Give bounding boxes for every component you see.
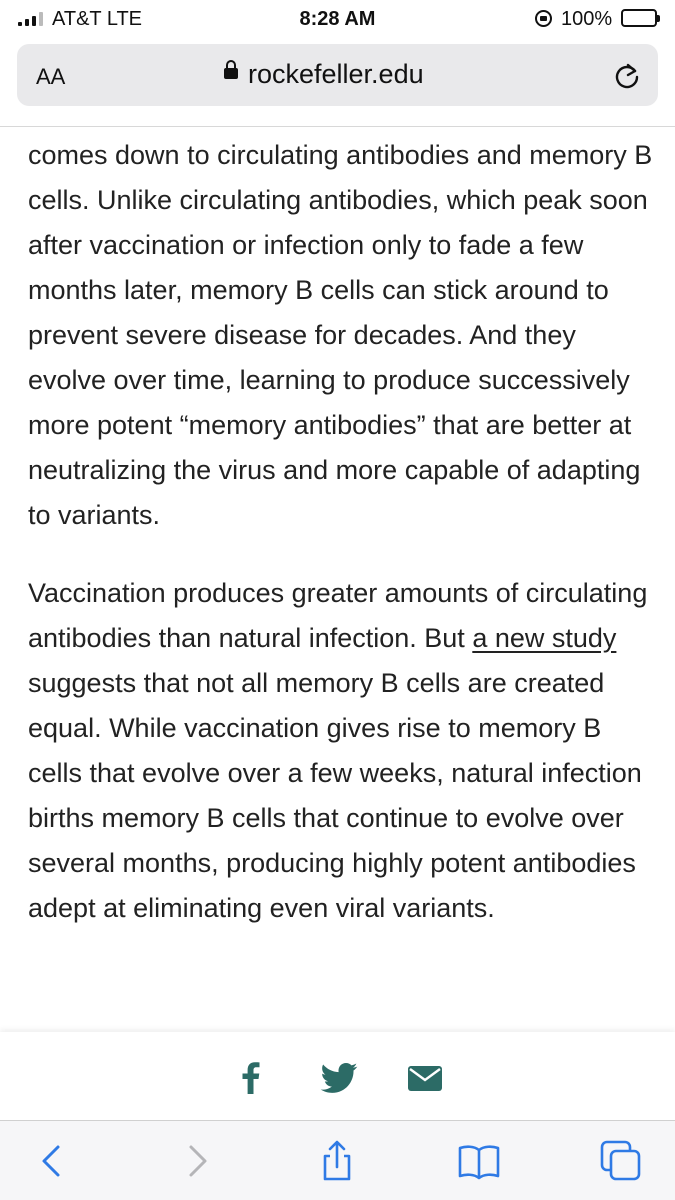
forward-icon — [189, 1145, 207, 1177]
email-icon[interactable] — [405, 1058, 445, 1098]
twitter-icon[interactable] — [319, 1058, 359, 1098]
back-icon[interactable] — [30, 1139, 74, 1183]
status-bar: AT&T LTE 8:28 AM 100% — [0, 0, 675, 38]
reload-icon[interactable] — [613, 62, 641, 90]
header-divider — [0, 126, 675, 127]
article-body: comes down to circulating antibodies and… — [28, 133, 658, 931]
battery-icon — [621, 9, 660, 27]
bookmarks-icon[interactable] — [457, 1139, 501, 1183]
url-text[interactable]: rockefeller.edu — [248, 59, 424, 90]
battery-percent: 100% — [561, 8, 613, 30]
article-paragraph: comes down to circulating antibodies and… — [28, 140, 653, 530]
new-study-link[interactable]: a new study — [472, 623, 616, 653]
paragraph-text: suggests that not all memory B cells are… — [28, 668, 642, 923]
reader-view-button[interactable]: AA — [36, 64, 65, 90]
address-bar[interactable]: AA rockefeller.edu — [17, 44, 658, 106]
article-paragraph: Vaccination produces greater amounts of … — [28, 571, 658, 931]
facebook-icon[interactable] — [231, 1058, 271, 1098]
share-icon[interactable] — [315, 1139, 359, 1183]
orientation-lock-icon — [535, 10, 552, 27]
padlock-icon — [224, 60, 238, 79]
browser-toolbar — [0, 1120, 675, 1200]
tabs-icon[interactable] — [599, 1139, 643, 1183]
share-bar — [0, 1032, 675, 1120]
